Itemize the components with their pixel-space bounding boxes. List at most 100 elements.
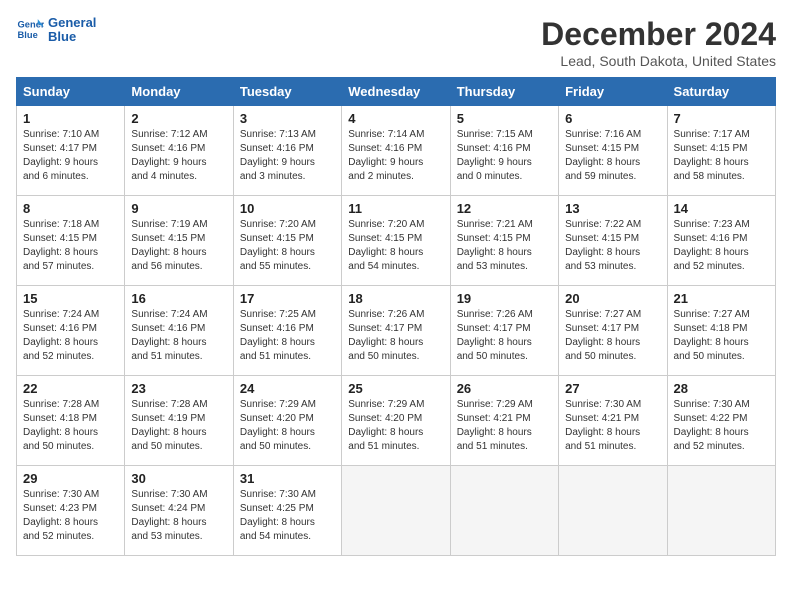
day-info: Sunrise: 7:24 AM Sunset: 4:16 PM Dayligh… <box>23 308 118 364</box>
calendar-cell: 15 Sunrise: 7:24 AM Sunset: 4:16 PM Dayl… <box>17 286 125 376</box>
col-thursday: Thursday <box>450 78 558 106</box>
calendar-cell <box>450 466 558 556</box>
calendar-cell: 11 Sunrise: 7:20 AM Sunset: 4:15 PM Dayl… <box>342 196 450 286</box>
day-info: Sunrise: 7:30 AM Sunset: 4:23 PM Dayligh… <box>23 488 118 544</box>
day-info: Sunrise: 7:12 AM Sunset: 4:16 PM Dayligh… <box>131 128 226 184</box>
calendar-cell: 17 Sunrise: 7:25 AM Sunset: 4:16 PM Dayl… <box>233 286 341 376</box>
day-number: 8 <box>23 201 118 216</box>
day-number: 26 <box>457 381 552 396</box>
day-info: Sunrise: 7:29 AM Sunset: 4:20 PM Dayligh… <box>240 398 335 454</box>
day-info: Sunrise: 7:28 AM Sunset: 4:19 PM Dayligh… <box>131 398 226 454</box>
day-number: 28 <box>674 381 769 396</box>
day-info: Sunrise: 7:30 AM Sunset: 4:24 PM Dayligh… <box>131 488 226 544</box>
week-row-1: 1 Sunrise: 7:10 AM Sunset: 4:17 PM Dayli… <box>17 106 776 196</box>
day-number: 19 <box>457 291 552 306</box>
day-info: Sunrise: 7:15 AM Sunset: 4:16 PM Dayligh… <box>457 128 552 184</box>
day-number: 4 <box>348 111 443 126</box>
col-tuesday: Tuesday <box>233 78 341 106</box>
calendar-cell: 13 Sunrise: 7:22 AM Sunset: 4:15 PM Dayl… <box>559 196 667 286</box>
day-number: 2 <box>131 111 226 126</box>
calendar-cell: 29 Sunrise: 7:30 AM Sunset: 4:23 PM Dayl… <box>17 466 125 556</box>
calendar-cell: 7 Sunrise: 7:17 AM Sunset: 4:15 PM Dayli… <box>667 106 775 196</box>
day-number: 15 <box>23 291 118 306</box>
day-info: Sunrise: 7:29 AM Sunset: 4:21 PM Dayligh… <box>457 398 552 454</box>
col-friday: Friday <box>559 78 667 106</box>
day-number: 31 <box>240 471 335 486</box>
day-info: Sunrise: 7:17 AM Sunset: 4:15 PM Dayligh… <box>674 128 769 184</box>
week-row-3: 15 Sunrise: 7:24 AM Sunset: 4:16 PM Dayl… <box>17 286 776 376</box>
svg-text:Blue: Blue <box>18 30 38 40</box>
day-number: 1 <box>23 111 118 126</box>
calendar-cell: 5 Sunrise: 7:15 AM Sunset: 4:16 PM Dayli… <box>450 106 558 196</box>
calendar-cell: 28 Sunrise: 7:30 AM Sunset: 4:22 PM Dayl… <box>667 376 775 466</box>
calendar-cell <box>342 466 450 556</box>
day-info: Sunrise: 7:13 AM Sunset: 4:16 PM Dayligh… <box>240 128 335 184</box>
day-info: Sunrise: 7:24 AM Sunset: 4:16 PM Dayligh… <box>131 308 226 364</box>
day-number: 3 <box>240 111 335 126</box>
calendar-cell: 10 Sunrise: 7:20 AM Sunset: 4:15 PM Dayl… <box>233 196 341 286</box>
calendar-cell: 4 Sunrise: 7:14 AM Sunset: 4:16 PM Dayli… <box>342 106 450 196</box>
day-number: 25 <box>348 381 443 396</box>
calendar-cell: 20 Sunrise: 7:27 AM Sunset: 4:17 PM Dayl… <box>559 286 667 376</box>
day-info: Sunrise: 7:10 AM Sunset: 4:17 PM Dayligh… <box>23 128 118 184</box>
day-info: Sunrise: 7:27 AM Sunset: 4:18 PM Dayligh… <box>674 308 769 364</box>
day-info: Sunrise: 7:27 AM Sunset: 4:17 PM Dayligh… <box>565 308 660 364</box>
week-row-2: 8 Sunrise: 7:18 AM Sunset: 4:15 PM Dayli… <box>17 196 776 286</box>
day-info: Sunrise: 7:19 AM Sunset: 4:15 PM Dayligh… <box>131 218 226 274</box>
day-number: 13 <box>565 201 660 216</box>
col-saturday: Saturday <box>667 78 775 106</box>
day-number: 12 <box>457 201 552 216</box>
day-info: Sunrise: 7:22 AM Sunset: 4:15 PM Dayligh… <box>565 218 660 274</box>
calendar-cell: 25 Sunrise: 7:29 AM Sunset: 4:20 PM Dayl… <box>342 376 450 466</box>
day-number: 7 <box>674 111 769 126</box>
header-row: Sunday Monday Tuesday Wednesday Thursday… <box>17 78 776 106</box>
page-header: General Blue General Blue December 2024 … <box>16 16 776 69</box>
calendar-cell: 8 Sunrise: 7:18 AM Sunset: 4:15 PM Dayli… <box>17 196 125 286</box>
calendar-cell <box>667 466 775 556</box>
calendar-cell: 30 Sunrise: 7:30 AM Sunset: 4:24 PM Dayl… <box>125 466 233 556</box>
calendar-title: December 2024 <box>541 16 776 53</box>
day-info: Sunrise: 7:18 AM Sunset: 4:15 PM Dayligh… <box>23 218 118 274</box>
day-number: 22 <box>23 381 118 396</box>
logo-icon: General Blue <box>16 16 44 44</box>
calendar-cell: 23 Sunrise: 7:28 AM Sunset: 4:19 PM Dayl… <box>125 376 233 466</box>
day-info: Sunrise: 7:29 AM Sunset: 4:20 PM Dayligh… <box>348 398 443 454</box>
day-number: 30 <box>131 471 226 486</box>
day-info: Sunrise: 7:16 AM Sunset: 4:15 PM Dayligh… <box>565 128 660 184</box>
day-number: 24 <box>240 381 335 396</box>
calendar-cell: 6 Sunrise: 7:16 AM Sunset: 4:15 PM Dayli… <box>559 106 667 196</box>
week-row-4: 22 Sunrise: 7:28 AM Sunset: 4:18 PM Dayl… <box>17 376 776 466</box>
calendar-cell: 14 Sunrise: 7:23 AM Sunset: 4:16 PM Dayl… <box>667 196 775 286</box>
day-number: 6 <box>565 111 660 126</box>
calendar-cell: 3 Sunrise: 7:13 AM Sunset: 4:16 PM Dayli… <box>233 106 341 196</box>
day-number: 27 <box>565 381 660 396</box>
calendar-cell: 9 Sunrise: 7:19 AM Sunset: 4:15 PM Dayli… <box>125 196 233 286</box>
calendar-cell: 27 Sunrise: 7:30 AM Sunset: 4:21 PM Dayl… <box>559 376 667 466</box>
day-number: 23 <box>131 381 226 396</box>
day-number: 14 <box>674 201 769 216</box>
calendar-cell: 31 Sunrise: 7:30 AM Sunset: 4:25 PM Dayl… <box>233 466 341 556</box>
calendar-cell: 2 Sunrise: 7:12 AM Sunset: 4:16 PM Dayli… <box>125 106 233 196</box>
calendar-cell: 12 Sunrise: 7:21 AM Sunset: 4:15 PM Dayl… <box>450 196 558 286</box>
calendar-subtitle: Lead, South Dakota, United States <box>541 53 776 69</box>
logo-line2: Blue <box>48 30 96 44</box>
calendar-cell: 22 Sunrise: 7:28 AM Sunset: 4:18 PM Dayl… <box>17 376 125 466</box>
day-info: Sunrise: 7:21 AM Sunset: 4:15 PM Dayligh… <box>457 218 552 274</box>
day-info: Sunrise: 7:26 AM Sunset: 4:17 PM Dayligh… <box>348 308 443 364</box>
col-sunday: Sunday <box>17 78 125 106</box>
calendar-cell: 24 Sunrise: 7:29 AM Sunset: 4:20 PM Dayl… <box>233 376 341 466</box>
day-number: 11 <box>348 201 443 216</box>
day-number: 9 <box>131 201 226 216</box>
col-wednesday: Wednesday <box>342 78 450 106</box>
calendar-cell: 1 Sunrise: 7:10 AM Sunset: 4:17 PM Dayli… <box>17 106 125 196</box>
day-number: 17 <box>240 291 335 306</box>
day-number: 21 <box>674 291 769 306</box>
title-section: December 2024 Lead, South Dakota, United… <box>541 16 776 69</box>
day-info: Sunrise: 7:20 AM Sunset: 4:15 PM Dayligh… <box>348 218 443 274</box>
calendar-cell: 21 Sunrise: 7:27 AM Sunset: 4:18 PM Dayl… <box>667 286 775 376</box>
calendar-table: Sunday Monday Tuesday Wednesday Thursday… <box>16 77 776 556</box>
logo-line1: General <box>48 16 96 30</box>
day-number: 20 <box>565 291 660 306</box>
col-monday: Monday <box>125 78 233 106</box>
day-number: 5 <box>457 111 552 126</box>
